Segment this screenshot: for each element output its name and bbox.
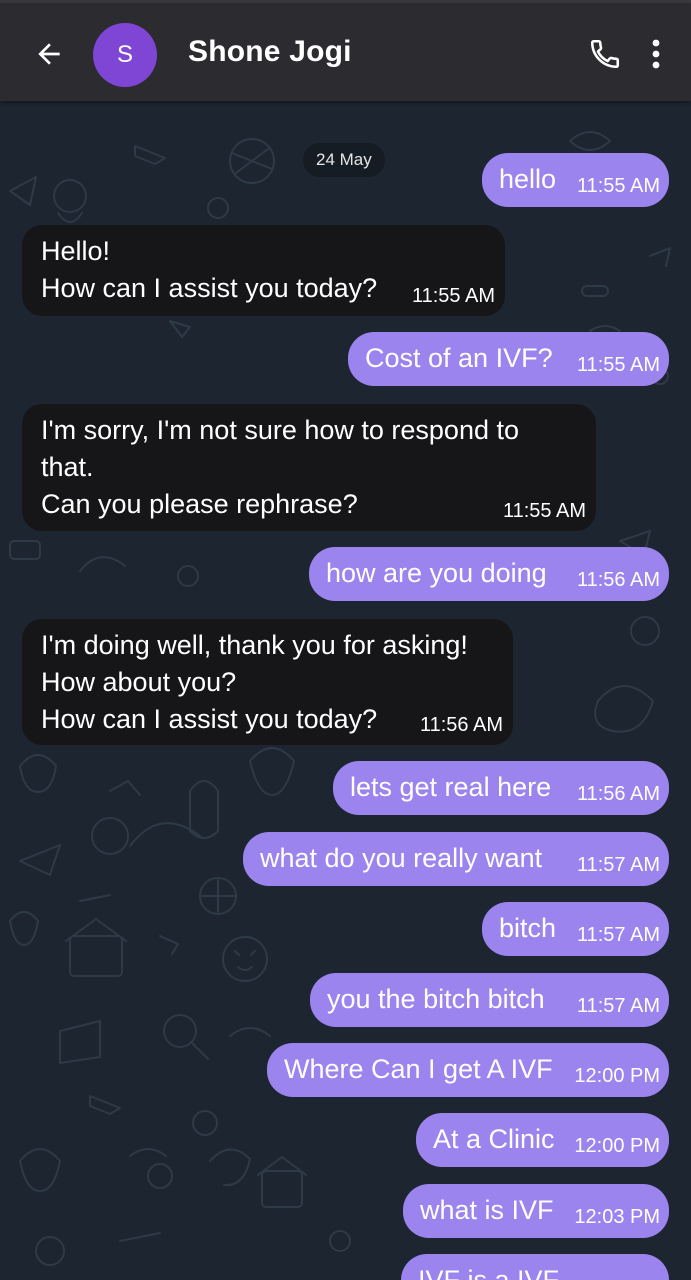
more-options-button[interactable]: [642, 33, 670, 75]
message-time: 11:57 AM: [576, 924, 660, 946]
message-text: how are you doing: [326, 558, 547, 588]
chat-app-bar: S Shone Jogi: [0, 3, 691, 101]
message-time: 11:55 AM: [502, 500, 586, 522]
message-list[interactable]: 24 May hello 11:55 AM Hello! How can I a…: [0, 101, 691, 1280]
message-time: 11:55 AM: [576, 354, 660, 376]
avatar-letter: S: [116, 41, 133, 68]
message-outgoing[interactable]: bitch 11:57 AM: [482, 902, 669, 956]
message-outgoing[interactable]: Where Can I get A IVF 12:00 PM: [267, 1043, 669, 1097]
message-time: 11:55 AM: [411, 285, 495, 307]
avatar[interactable]: S: [93, 23, 157, 87]
message-outgoing[interactable]: At a Clinic 12:00 PM: [416, 1113, 669, 1167]
message-text: I'm sorry, I'm not sure how to respond t…: [41, 415, 519, 519]
message-time: 11:56 AM: [576, 783, 660, 805]
phone-icon: [590, 39, 620, 69]
message-time: 12:03 PM: [574, 1206, 660, 1228]
message-text: Cost of an IVF?: [365, 343, 553, 373]
message-outgoing[interactable]: you the bitch bitch 11:57 AM: [310, 973, 669, 1027]
message-text: At a Clinic: [433, 1124, 555, 1154]
message-text: what is IVF: [420, 1195, 554, 1225]
message-outgoing[interactable]: what do you really want 11:57 AM: [243, 832, 669, 886]
message-outgoing[interactable]: hello 11:55 AM: [482, 153, 669, 207]
message-time: 11:57 AM: [576, 854, 660, 876]
message-text: bitch: [499, 913, 557, 943]
message-outgoing[interactable]: lets get real here 11:56 AM: [333, 761, 669, 815]
message-incoming[interactable]: I'm doing well, thank you for asking! Ho…: [22, 619, 513, 745]
message-time: 12:00 PM: [574, 1135, 660, 1157]
message-time: 11:57 AM: [576, 995, 660, 1017]
message-time: 11:56 AM: [419, 714, 503, 736]
message-text: IVF is a IVF: [418, 1265, 560, 1280]
message-text: Hello! How can I assist you today?: [41, 236, 378, 303]
back-button[interactable]: [28, 33, 70, 75]
message-outgoing[interactable]: IVF is a IVF: [401, 1254, 669, 1280]
date-separator: 24 May: [303, 143, 385, 177]
message-text: you the bitch bitch: [327, 984, 545, 1014]
message-outgoing[interactable]: Cost of an IVF? 11:55 AM: [348, 332, 669, 386]
message-text: I'm doing well, thank you for asking! Ho…: [41, 630, 468, 734]
message-outgoing[interactable]: how are you doing 11:56 AM: [309, 547, 669, 601]
message-text: what do you really want: [260, 843, 543, 873]
arrow-left-icon: [38, 43, 60, 65]
call-button[interactable]: [584, 33, 626, 75]
message-text: hello: [499, 164, 557, 194]
message-time: 12:00 PM: [574, 1065, 660, 1087]
message-incoming[interactable]: I'm sorry, I'm not sure how to respond t…: [22, 404, 596, 531]
more-vertical-icon: [652, 39, 660, 69]
message-outgoing[interactable]: what is IVF 12:03 PM: [403, 1184, 669, 1238]
message-text: Where Can I get A IVF: [284, 1054, 553, 1084]
message-text: lets get real here: [350, 772, 552, 802]
message-incoming[interactable]: Hello! How can I assist you today? 11:55…: [22, 225, 505, 316]
message-time: 11:56 AM: [576, 569, 660, 591]
message-time: 11:55 AM: [576, 175, 660, 197]
contact-name[interactable]: Shone Jogi: [188, 35, 352, 69]
